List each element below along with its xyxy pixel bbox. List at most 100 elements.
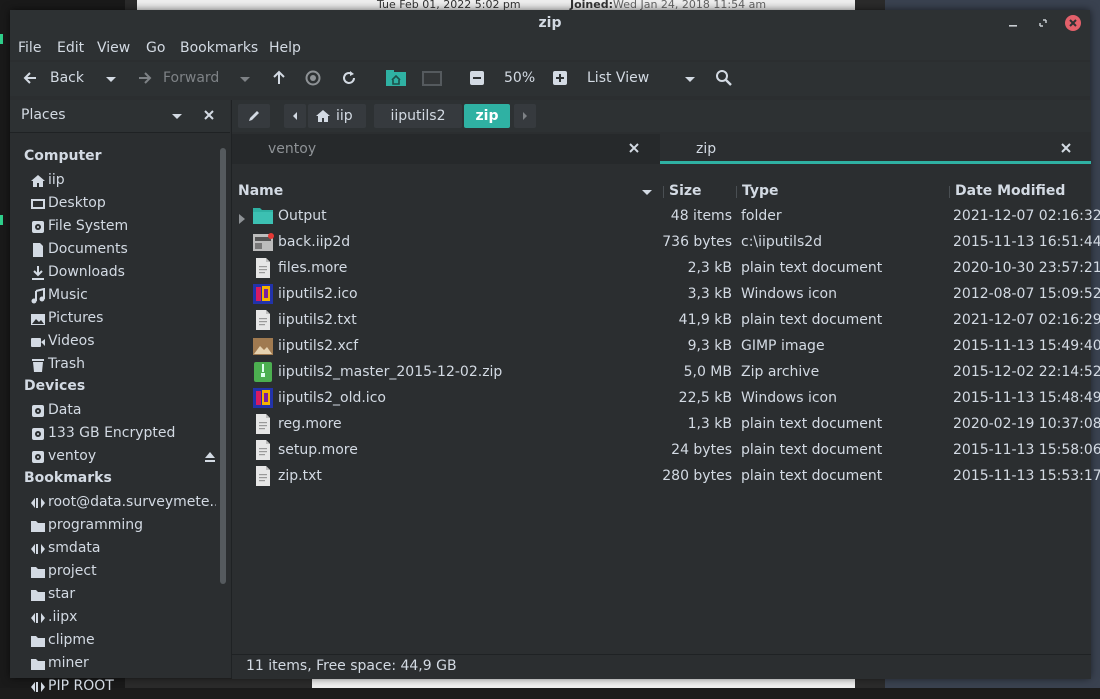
sidebar-item-trash[interactable]: Trash: [30, 355, 216, 377]
tab-zip[interactable]: zip: [660, 134, 1091, 164]
sidebar-item-clipme[interactable]: clipme: [30, 631, 216, 653]
expand-arrow-icon[interactable]: [238, 212, 246, 228]
up-arrow-icon[interactable]: [269, 68, 289, 88]
stop-icon[interactable]: [303, 68, 323, 88]
file-type: plain text document: [741, 416, 883, 432]
forward-history-dropdown[interactable]: [240, 77, 250, 82]
minimize-button[interactable]: [1004, 14, 1022, 32]
file-date-modified: 2012-08-07 15:09:52: [953, 286, 1100, 302]
file-manager-window: zip File Edit View Go Bookmarks Help Bac…: [10, 10, 1100, 694]
column-separator[interactable]: [949, 186, 950, 198]
close-sidebar-icon[interactable]: [202, 108, 216, 126]
zoom-out-icon[interactable]: [467, 68, 487, 88]
tab-ventoy[interactable]: ventoy: [232, 134, 660, 164]
sidebar-item-downloads[interactable]: Downloads: [30, 263, 216, 285]
close-window-button[interactable]: [1065, 15, 1081, 31]
sidebar-item-programming[interactable]: programming: [30, 516, 216, 538]
file-date-modified: 2015-11-13 16:51:44: [953, 234, 1100, 250]
sidebar-item-star[interactable]: star: [30, 585, 216, 607]
file-row[interactable]: iiputils2_old.ico 22,5 kB Windows icon 2015…: [232, 386, 1100, 412]
menu-bookmarks[interactable]: Bookmarks: [180, 40, 258, 56]
folder-icon: [252, 205, 274, 227]
file-row[interactable]: iiputils2.ico 3,3 kB Windows icon 2012-08-0…: [232, 282, 1100, 308]
view-mode-select[interactable]: List View: [587, 70, 649, 86]
forward-arrow-icon[interactable]: [134, 68, 154, 88]
column-size[interactable]: Size: [669, 183, 702, 199]
sidebar-mode-dropdown[interactable]: [172, 114, 182, 119]
close-icon: [1069, 19, 1077, 27]
maximize-button[interactable]: [1034, 14, 1052, 32]
back-button[interactable]: Back: [50, 70, 84, 86]
sidebar-item-smdata[interactable]: smdata: [30, 539, 216, 561]
file-row[interactable]: Output 48 items folder 2021-12-07 02:16:32: [232, 204, 1100, 230]
column-date-modified[interactable]: Date Modified: [955, 183, 1065, 199]
file-size: 24 bytes: [671, 442, 732, 458]
menu-file[interactable]: File: [18, 40, 41, 56]
sidebar-item-videos[interactable]: Videos: [30, 332, 216, 354]
reload-icon[interactable]: [339, 68, 359, 88]
sidebar-item-label: project: [48, 563, 97, 579]
path-scroll-right-button[interactable]: [514, 104, 536, 128]
back-arrow-icon[interactable]: [21, 68, 41, 88]
menu-view[interactable]: View: [97, 40, 130, 56]
column-separator[interactable]: [663, 186, 664, 198]
sidebar-item-pip-root[interactable]: PIP ROOT: [30, 677, 216, 699]
sidebar-item-miner[interactable]: miner: [30, 654, 216, 676]
file-row[interactable]: iiputils2.txt 41,9 kB plain text document 2…: [232, 308, 1100, 334]
sidebar-title[interactable]: Places: [21, 107, 66, 123]
sidebar-item-file-system[interactable]: File System: [30, 217, 216, 239]
desktop-icon: [30, 196, 46, 212]
back-history-dropdown[interactable]: [106, 77, 116, 82]
sidebar-scrollbar[interactable]: [220, 148, 226, 584]
tab-zip-close-button[interactable]: [1060, 139, 1072, 158]
ico-file-icon: [252, 387, 274, 409]
sidebar-item-desktop[interactable]: Desktop: [30, 194, 216, 216]
file-date-modified: 2015-11-13 15:48:49: [953, 390, 1100, 406]
file-row[interactable]: reg.more 1,3 kB plain text document 2020-02…: [232, 412, 1100, 438]
title-bar[interactable]: zip: [10, 10, 1090, 36]
sidebar-item-label: miner: [48, 655, 89, 671]
crumb-zip[interactable]: zip: [464, 104, 510, 128]
sidebar-item-documents[interactable]: Documents: [30, 240, 216, 262]
home-folder-icon[interactable]: [385, 68, 406, 88]
file-row[interactable]: setup.more 24 bytes plain text document 201…: [232, 438, 1100, 464]
tab-ventoy-close-button[interactable]: [628, 139, 640, 158]
edit-location-button[interactable]: [238, 104, 270, 128]
menu-help[interactable]: Help: [269, 40, 301, 56]
sidebar-item-iipx[interactable]: .iipx: [30, 608, 216, 630]
path-scroll-left-button[interactable]: [284, 104, 306, 128]
crumb-iiputils2[interactable]: iiputils2: [374, 104, 462, 128]
forward-button[interactable]: Forward: [163, 70, 219, 86]
crumb-iip[interactable]: iip: [308, 104, 366, 128]
file-row[interactable]: zip.txt 280 bytes plain text document 2015-…: [232, 464, 1100, 490]
file-row[interactable]: files.more 2,3 kB plain text document 2020-…: [232, 256, 1100, 282]
sidebar-item-root-data-surveymete[interactable]: root@data.surveymete...: [30, 493, 216, 515]
sidebar-item-music[interactable]: Music: [30, 286, 216, 308]
sidebar-item-label: star: [48, 586, 76, 602]
search-icon[interactable]: [714, 68, 734, 88]
sidebar-item-133-gb-encrypted[interactable]: 133 GB Encrypted: [30, 424, 216, 446]
file-name: iiputils2.txt: [278, 312, 357, 328]
sidebar-item-project[interactable]: project: [30, 562, 216, 584]
zoom-in-icon[interactable]: [550, 68, 570, 88]
column-name[interactable]: Name: [238, 183, 283, 199]
file-name: setup.more: [278, 442, 358, 458]
eject-icon[interactable]: [203, 450, 216, 468]
view-mode-dropdown[interactable]: [685, 77, 695, 82]
file-row[interactable]: iiputils2.xcf 9,3 kB GIMP image 2015-11-13 …: [232, 334, 1100, 360]
sidebar-item-pictures[interactable]: Pictures: [30, 309, 216, 331]
sidebar-item-label: clipme: [48, 632, 95, 648]
sidebar-item-ventoy[interactable]: ventoy: [30, 447, 216, 469]
sidebar-item-data[interactable]: Data: [30, 401, 216, 423]
computer-icon[interactable]: [421, 68, 442, 88]
menu-go[interactable]: Go: [146, 40, 165, 56]
sidebar-item-label: Data: [48, 402, 82, 418]
menu-edit[interactable]: Edit: [57, 40, 84, 56]
sidebar-item-iip[interactable]: iip: [30, 171, 216, 193]
text-file-icon: [252, 257, 274, 279]
file-row[interactable]: iiputils2_master_2015-12-02.zip 5,0 MB Zip…: [232, 360, 1100, 386]
column-separator[interactable]: [736, 186, 737, 198]
column-type[interactable]: Type: [742, 183, 779, 199]
chevron-right-icon: [523, 112, 527, 120]
file-row[interactable]: back.iip2d 736 bytes c:\iiputils2d 2015-11-…: [232, 230, 1100, 256]
